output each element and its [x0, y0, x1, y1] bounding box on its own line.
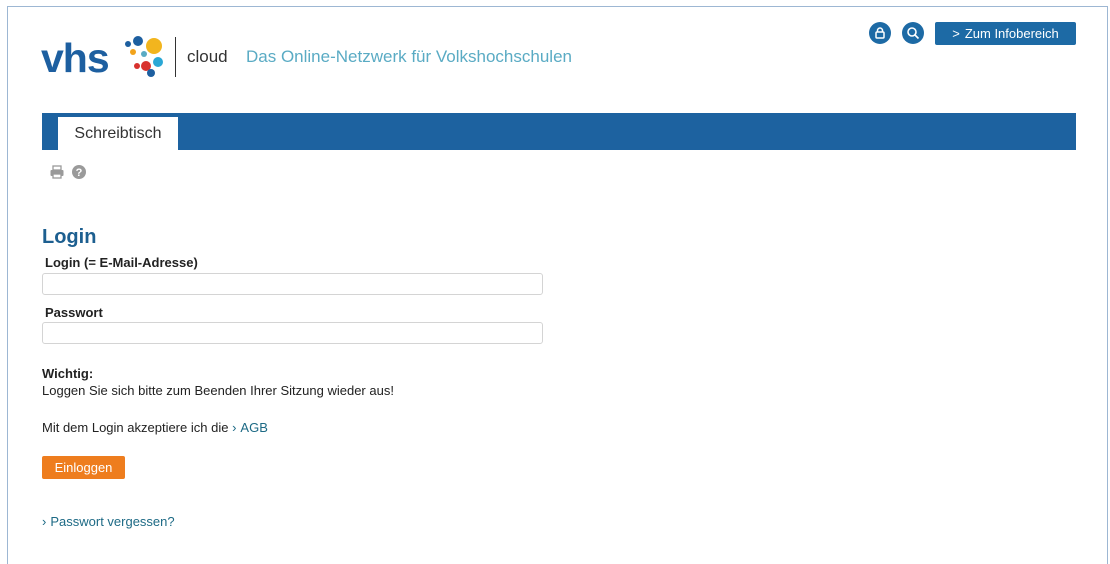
chevron-right-icon: ›	[232, 420, 237, 435]
logo-separator	[175, 37, 176, 77]
agb-link[interactable]: AGB	[240, 420, 267, 435]
notice-heading: Wichtig:	[42, 366, 94, 381]
forgot-password[interactable]: › Passwort vergessen?	[42, 514, 175, 529]
lock-button[interactable]	[869, 22, 891, 44]
login-button[interactable]: Einloggen	[42, 456, 125, 479]
forgot-password-link[interactable]: Passwort vergessen?	[50, 514, 174, 529]
password-label: Passwort	[45, 305, 103, 320]
tab-label: Schreibtisch	[74, 124, 162, 142]
tagline: Das Online-Netzwerk für Volkshochschulen	[246, 47, 572, 66]
login-title: Login	[42, 226, 97, 248]
help-icon[interactable]: ?	[71, 164, 87, 180]
info-area-button[interactable]: > Zum Infobereich	[935, 22, 1076, 45]
chevron-right-icon: ›	[42, 514, 47, 529]
cloud-label: cloud	[187, 47, 228, 66]
info-area-label: Zum Infobereich	[964, 26, 1059, 41]
search-icon	[907, 27, 920, 40]
tab-schreibtisch[interactable]: Schreibtisch	[58, 117, 178, 150]
logo-text: vhs	[41, 35, 110, 81]
lock-icon	[875, 27, 885, 39]
svg-text:?: ?	[76, 167, 83, 179]
agb-statement: Mit dem Login akzeptiere ich die › AGB	[42, 420, 268, 435]
notice-text: Loggen Sie sich bitte zum Beenden Ihrer …	[42, 383, 394, 398]
search-button[interactable]	[902, 22, 924, 44]
email-label: Login (= E-Mail-Adresse)	[45, 255, 198, 270]
agb-prefix: Mit dem Login akzeptiere ich die	[42, 420, 229, 435]
chevron-right-icon: >	[952, 26, 960, 41]
main-nav-bar	[42, 113, 1076, 150]
password-field[interactable]	[42, 322, 543, 344]
email-field[interactable]	[42, 273, 543, 295]
print-icon[interactable]	[49, 164, 65, 180]
